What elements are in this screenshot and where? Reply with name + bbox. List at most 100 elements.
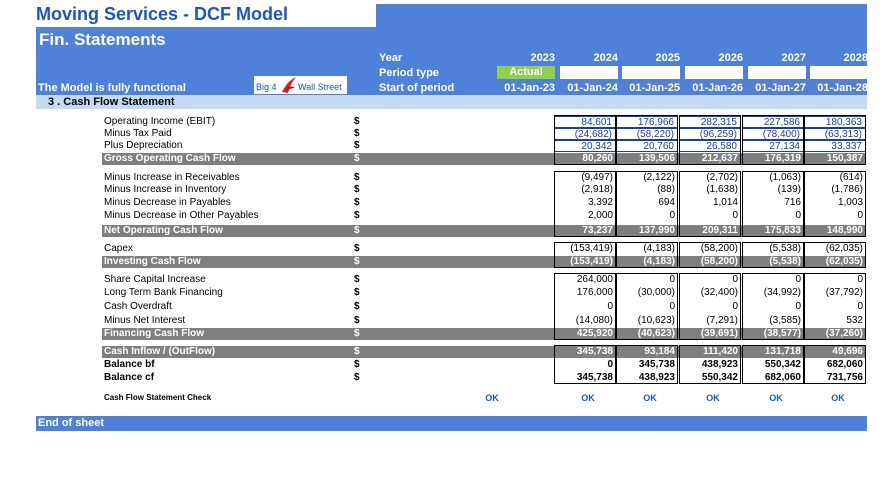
table-cell[interactable]: 0 [554,301,616,313]
table-cell[interactable]: 176,966 [616,116,678,128]
table-cell[interactable]: 27,134 [742,140,804,152]
table-cell[interactable]: (3,585) [742,315,804,327]
table-cell[interactable]: (63,313) [804,128,866,140]
table-cell[interactable]: 682,060 [804,359,866,371]
table-cell[interactable]: 227,586 [742,116,804,128]
table-cell[interactable]: 438,923 [616,372,678,384]
table-cell[interactable]: 0 [554,359,616,371]
table-cell[interactable]: (78,400) [742,128,804,140]
table-cell[interactable]: 131,718 [742,346,804,358]
table-cell[interactable]: (38,577) [742,328,804,340]
row-label: Operating Income (EBIT) [104,116,216,127]
table-cell[interactable]: 209,311 [679,225,741,237]
table-cell[interactable]: (7,291) [679,315,741,327]
table-cell[interactable]: (153,419) [554,256,616,268]
table-cell[interactable]: 3,392 [554,197,616,209]
table-cell[interactable]: (24,682) [554,128,616,140]
table-cell[interactable]: 0 [804,274,866,286]
table-cell[interactable]: (39,691) [679,328,741,340]
table-cell[interactable]: (58,200) [679,243,741,255]
table-cell[interactable]: 176,000 [554,287,616,299]
table-cell[interactable]: (2,122) [616,172,678,184]
table-cell[interactable]: 0 [742,274,804,286]
table-cell[interactable]: (37,792) [804,287,866,299]
table-cell[interactable]: 49,696 [804,346,866,358]
table-cell[interactable]: (40,623) [616,328,678,340]
table-cell[interactable]: 0 [742,210,804,222]
table-cell[interactable]: (9,497) [554,172,616,184]
table-cell[interactable]: 20,760 [616,140,678,152]
table-cell[interactable]: 0 [804,301,866,313]
table-cell[interactable]: (2,702) [679,172,741,184]
table-cell[interactable]: (14,080) [554,315,616,327]
table-cell[interactable]: (1,786) [804,184,866,196]
table-cell[interactable]: (2,918) [554,184,616,196]
table-cell[interactable]: (4,183) [616,243,678,255]
table-cell[interactable]: 0 [742,301,804,313]
table-cell[interactable]: 0 [679,210,741,222]
table-cell[interactable]: 438,923 [679,359,741,371]
table-cell[interactable]: 550,342 [742,359,804,371]
table-cell[interactable]: (58,220) [616,128,678,140]
table-cell[interactable]: 682,060 [742,372,804,384]
table-cell[interactable]: 212,637 [679,153,741,165]
table-cell[interactable]: (32,400) [679,287,741,299]
table-cell[interactable]: 93,184 [616,346,678,358]
table-cell[interactable]: 1,003 [804,197,866,209]
table-cell[interactable]: (62,035) [804,243,866,255]
table-cell[interactable]: 84,601 [554,116,616,128]
table-cell[interactable]: 73,237 [554,225,616,237]
table-cell[interactable]: 180,363 [804,116,866,128]
table-cell[interactable]: 175,833 [742,225,804,237]
table-cell[interactable]: (58,200) [679,256,741,268]
table-cell[interactable]: 550,342 [679,372,741,384]
table-cell[interactable]: (614) [804,172,866,184]
table-cell[interactable]: 2,000 [554,210,616,222]
table-cell[interactable]: 345,738 [554,372,616,384]
table-cell[interactable]: 282,315 [679,116,741,128]
table-cell[interactable]: 137,990 [616,225,678,237]
table-cell[interactable]: (96,259) [679,128,741,140]
table-cell[interactable]: 0 [616,301,678,313]
row-label: Minus Increase in Inventory [104,184,227,195]
table-cell[interactable]: (153,419) [554,243,616,255]
table-cell[interactable]: 26,580 [679,140,741,152]
table-cell[interactable]: 731,756 [804,372,866,384]
table-cell[interactable]: (1,638) [679,184,741,196]
table-cell[interactable]: 176,319 [742,153,804,165]
table-cell[interactable]: 0 [616,274,678,286]
table-cell[interactable]: (62,035) [804,256,866,268]
table-cell[interactable]: 80,260 [554,153,616,165]
table-cell[interactable]: (139) [742,184,804,196]
table-cell[interactable]: (30,000) [616,287,678,299]
table-cell[interactable]: (10,623) [616,315,678,327]
table-cell[interactable]: 148,990 [804,225,866,237]
table-cell[interactable]: (1,063) [742,172,804,184]
table-cell[interactable]: 1,014 [679,197,741,209]
year-label: Year [379,52,403,64]
table-cell[interactable]: 264,000 [554,274,616,286]
table-cell[interactable]: 0 [616,210,678,222]
table-cell[interactable]: 139,506 [616,153,678,165]
table-cell[interactable]: 345,738 [554,346,616,358]
table-cell[interactable]: 33,337 [804,140,866,152]
table-cell[interactable]: 0 [679,274,741,286]
table-cell[interactable]: (37,260) [804,328,866,340]
table-cell[interactable]: (5,538) [742,243,804,255]
table-cell[interactable]: (34,992) [742,287,804,299]
table-cell[interactable]: 532 [804,315,866,327]
table-cell[interactable]: 150,387 [804,153,866,165]
table-cell[interactable]: 345,738 [616,359,678,371]
table-cell[interactable]: (5,538) [742,256,804,268]
table-cell[interactable]: 111,420 [679,346,741,358]
table-cell[interactable]: 425,920 [554,328,616,340]
table-cell[interactable]: 0 [679,301,741,313]
currency-symbol: $ [354,287,360,298]
table-cell[interactable]: 716 [742,197,804,209]
table-cell[interactable]: 694 [616,197,678,209]
table-cell[interactable]: (4,183) [616,256,678,268]
table-cell[interactable]: 0 [804,210,866,222]
table-cell[interactable]: 20,342 [554,140,616,152]
table-cell[interactable]: (88) [616,184,678,196]
check-ok-0: OK [485,393,499,403]
